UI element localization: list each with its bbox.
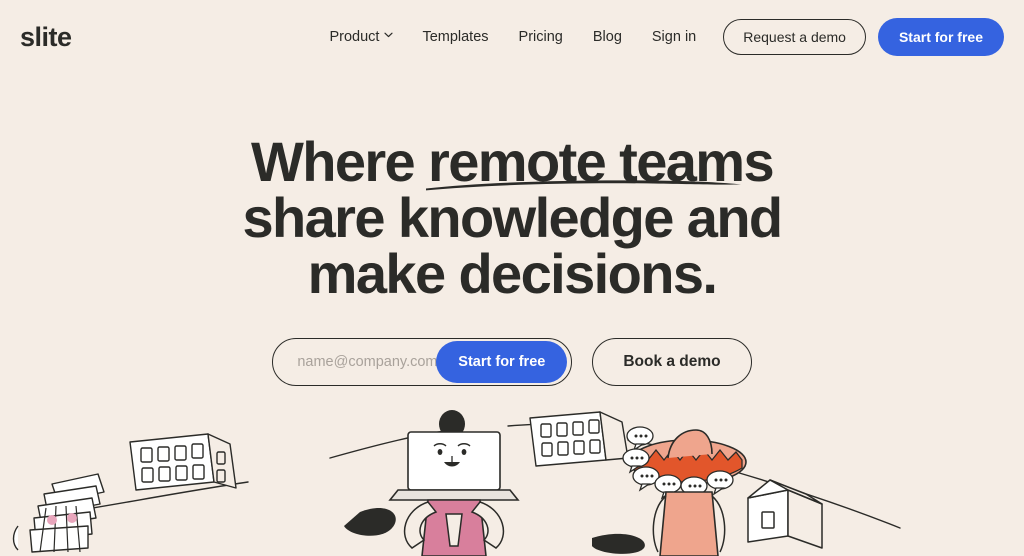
headline-line-1-text: Where remote teams: [250, 130, 775, 193]
papers-head-person: [12, 473, 105, 553]
chevron-down-icon: [384, 32, 394, 40]
arm-right: [711, 495, 726, 553]
hero-illustration: [12, 410, 901, 556]
main-navigation: Product Templates Pricing Blog Sign in R…: [314, 18, 1004, 56]
cheek-right: [67, 513, 77, 523]
page-title: Where remote teams share knowledge and m…: [242, 134, 783, 305]
bubble-dots: [630, 434, 728, 488]
nav-item-sign-in[interactable]: Sign in: [637, 21, 711, 53]
speech-bubble: [626, 426, 654, 452]
hero-cta-row: Start for free Book a demo: [0, 338, 1024, 386]
nav-item-pricing[interactable]: Pricing: [504, 21, 578, 53]
arm-left: [652, 495, 667, 553]
speech-bubble: [706, 470, 734, 496]
nav-item-blog[interactable]: Blog: [578, 21, 637, 53]
nav-item-pricing-label: Pricing: [518, 29, 563, 45]
nav-item-product[interactable]: Product: [314, 21, 407, 53]
small-house: [747, 479, 823, 549]
office-building-right: [529, 411, 629, 467]
hat-band: [631, 448, 743, 483]
laptop-base: [388, 489, 520, 501]
shadow-center: [344, 508, 396, 536]
nav-item-product-label: Product: [329, 29, 380, 45]
hero-start-for-free-button[interactable]: Start for free: [436, 341, 568, 383]
nav-item-blog-label: Blog: [592, 29, 622, 45]
headline-line-3: make decisions.: [307, 242, 718, 305]
sombrero-person-torso: [659, 491, 719, 556]
cheek-left: [47, 515, 57, 525]
request-demo-button[interactable]: Request a demo: [723, 19, 866, 55]
header-start-for-free-button[interactable]: Start for free: [877, 18, 1004, 56]
connection-line: [55, 423, 901, 529]
sombrero-crown: [667, 429, 713, 459]
site-header: slite Product Templates Pricing Blog Sig…: [0, 0, 1024, 74]
house-window: [761, 511, 775, 529]
headline-line-2: share knowledge and: [242, 186, 783, 249]
speech-bubble: [680, 476, 708, 502]
speech-bubble: [622, 448, 650, 474]
laptop-head-person: [344, 410, 520, 556]
nav-item-templates-label: Templates: [422, 29, 489, 45]
sombrero-brim: [629, 439, 747, 485]
slite-logo[interactable]: slite: [20, 23, 72, 51]
book-a-demo-button[interactable]: Book a demo: [592, 338, 752, 386]
shadow-right: [592, 533, 645, 554]
headline-line-1: Where remote teams: [242, 134, 781, 191]
nav-item-templates[interactable]: Templates: [407, 21, 503, 53]
laptop-screen: [407, 431, 501, 491]
speech-bubble: [632, 466, 660, 492]
arm-left: [403, 501, 438, 549]
hair-bun: [439, 410, 465, 438]
signup-form: Start for free: [272, 338, 573, 386]
laptop-face: [433, 443, 471, 467]
sombrero-person: [592, 426, 747, 556]
speech-bubbles: [622, 426, 734, 502]
arm-right: [470, 501, 505, 549]
praying-hands: [445, 513, 463, 547]
torso: [421, 499, 487, 556]
hero-section: Where remote teams share knowledge and m…: [0, 74, 1024, 386]
speech-bubble: [654, 474, 682, 500]
office-building-left: [129, 433, 237, 491]
nav-item-sign-in-label: Sign in: [651, 29, 697, 45]
